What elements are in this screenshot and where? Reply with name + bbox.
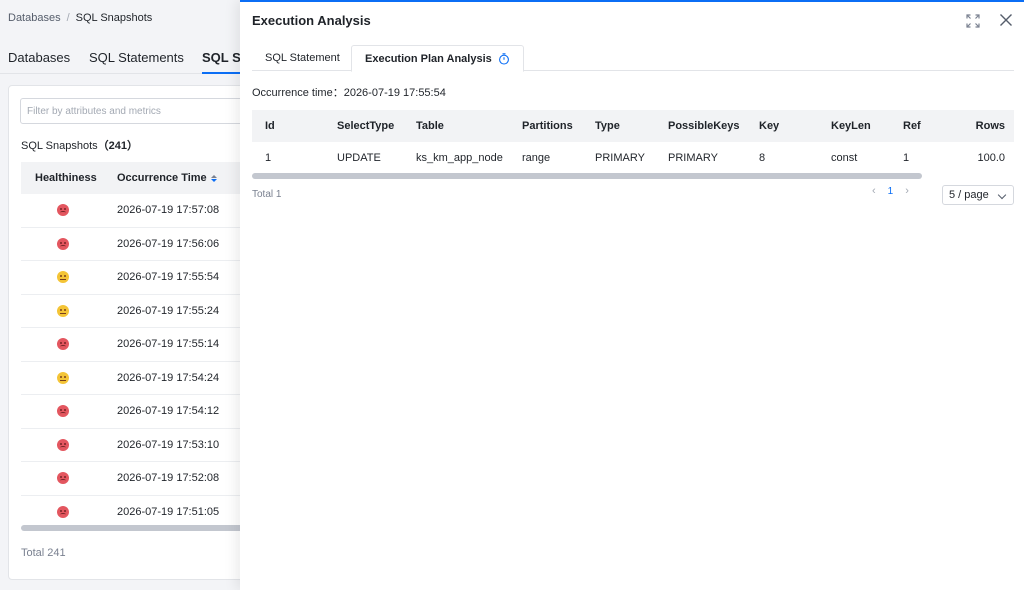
plan-header-cell: Id [265,120,275,132]
occurrence-time-cell: 2026-07-19 17:55:54 [117,271,220,284]
unhealthy-face-icon [57,438,69,451]
occurrence-time-cell: 2026-07-19 17:54:24 [117,371,220,384]
warning-face-icon [57,271,69,284]
healthiness-cell [21,338,105,351]
header-occurrence-time[interactable]: Occurrence Time [105,172,217,184]
breadcrumb: Databases / SQL Snapshots [8,12,152,24]
plan-cell: PRIMARY [595,151,645,164]
plan-total: Total 1 [252,189,282,200]
tab-sql-statement-label: SQL Statement [265,52,340,64]
timer-icon [498,52,509,65]
execution-plan-table-body: 1 UPDATE ks_km_app_node range PRIMARY PRIMARY… [252,142,1014,173]
tab-execution-plan-analysis-label: Execution Plan Analysis [365,52,492,65]
header-healthiness: Healthiness [35,172,97,184]
next-page-icon[interactable]: › [905,185,909,197]
plan-header-cell: Type [595,120,620,132]
page-number[interactable]: 1 [888,186,894,197]
occurrence-time-cell: 2026-07-19 17:54:12 [117,405,220,418]
plan-header-cell: PossibleKeys [668,120,740,132]
occurrence-time-cell: 2026-07-19 17:53:10 [117,438,220,451]
plan-header-cell: Rows [975,120,1005,132]
snapshots-count-value: （241） [97,140,138,152]
snapshots-count-label: SQL Snapshots [21,140,98,152]
tab-sql-statement[interactable]: SQL Statement [252,45,353,71]
plan-header-cell: Key [759,120,780,132]
healthiness-cell [21,304,105,317]
healthiness-cell [21,271,105,284]
drawer-tabs: SQL Statement Execution Plan Analysis [252,45,1014,72]
occurrence-time-cell: 2026-07-19 17:55:24 [117,304,220,317]
unhealthy-face-icon [57,204,69,217]
healthiness-cell [21,472,105,485]
plan-header-cell: KeyLen [831,120,871,132]
execution-plan-table-header: Id SelectType Table Partitions Type PossibleK… [252,110,1014,142]
occurrence-time-cell: 2026-07-19 17:51:05 [117,505,220,518]
plan-cell: 1 [903,151,910,164]
plan-header-cell: SelectType [337,120,395,132]
plan-cell: UPDATE [337,151,381,164]
unhealthy-face-icon [57,338,69,351]
unhealthy-face-icon [57,505,69,518]
execution-analysis-drawer: Execution Analysis SQL Statement Executi… [240,0,1024,590]
plan-header-cell: Ref [903,120,921,132]
table-row[interactable]: 1 UPDATE ks_km_app_node range PRIMARY PRIMARY… [252,142,1014,173]
occurrence-time-cell: 2026-07-19 17:52:08 [117,472,220,485]
drawer-title: Execution Analysis [252,13,371,28]
healthiness-cell [21,204,105,217]
pagination: ‹ 1 › [872,185,909,197]
occurrence-time-cell: 2026-07-19 17:57:08 [117,204,220,217]
occurrence-time-value: 2026-07-19 17:55:54 [343,87,446,99]
expand-icon[interactable] [966,14,980,28]
snapshots-total: Total 241 [21,547,66,559]
healthiness-cell [21,505,105,518]
plan-cell: 100.0 [977,151,1005,164]
plan-header-cell: Table [416,120,444,132]
warning-face-icon [57,371,69,384]
chevron-down-icon [997,190,1007,200]
tab-databases[interactable]: Databases [8,50,70,65]
snapshots-count: SQL Snapshots（241） [21,137,138,153]
warning-face-icon [57,304,69,317]
page-size-value: 5 / page [949,189,989,201]
plan-cell: range [522,151,551,164]
occurrence-time-label: Occurrence time： [252,87,344,99]
healthiness-cell [21,405,105,418]
header-occurrence-time-label: Occurrence Time [117,172,207,184]
occurrence-time-cell: 2026-07-19 17:55:14 [117,338,220,351]
close-icon[interactable] [998,12,1014,28]
healthiness-cell [21,438,105,451]
page-size-select[interactable]: 5 / page [942,185,1014,205]
plan-cell: 8 [759,151,766,164]
tab-sql-statements[interactable]: SQL Statements [89,50,184,65]
plan-header-cell: Partitions [522,120,573,132]
plan-cell: const [831,151,858,164]
breadcrumb-databases[interactable]: Databases [8,12,61,24]
unhealthy-face-icon [57,405,69,418]
sort-icon[interactable] [210,174,217,182]
plan-horizontal-scrollbar[interactable] [252,173,922,179]
execution-plan-table: Id SelectType Table Partitions Type PossibleK… [252,110,1014,173]
prev-page-icon[interactable]: ‹ [872,185,876,197]
healthiness-cell [21,237,105,250]
plan-cell: ks_km_app_node [416,151,503,164]
tab-execution-plan-analysis[interactable]: Execution Plan Analysis [351,45,524,72]
healthiness-cell [21,371,105,384]
breadcrumb-separator: / [66,12,70,24]
unhealthy-face-icon [57,237,69,250]
plan-cell: PRIMARY [668,151,718,164]
occurrence-time-cell: 2026-07-19 17:56:06 [117,237,220,250]
plan-cell: 1 [265,151,272,164]
occurrence-time: Occurrence time：2026-07-19 17:55:54 [252,84,446,100]
unhealthy-face-icon [57,472,69,485]
breadcrumb-sql-snapshots: SQL Snapshots [75,12,153,24]
